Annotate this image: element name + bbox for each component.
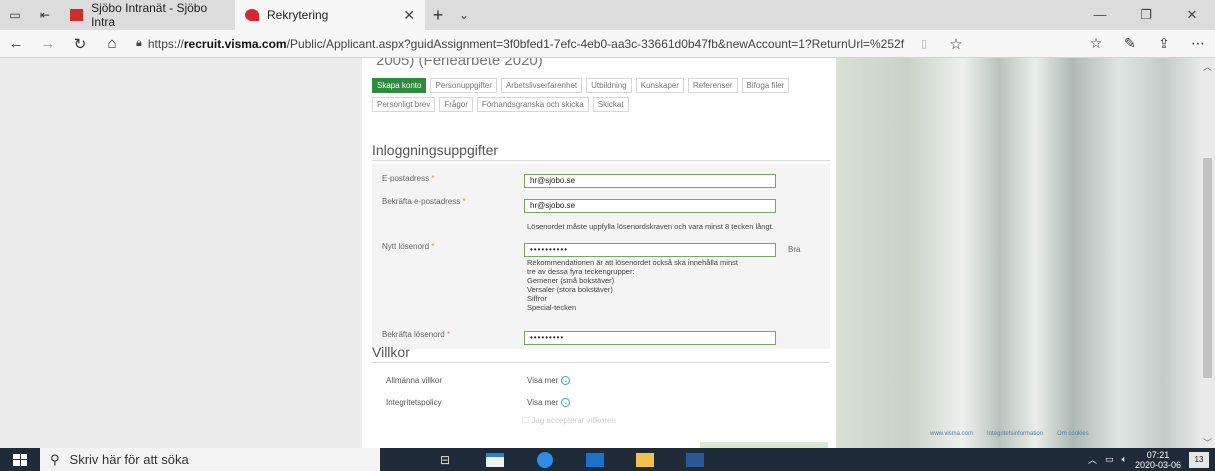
terms-general-label: Allmänna villkor [386, 376, 443, 385]
terms-section-title: Villkor [372, 344, 410, 360]
restore-button[interactable]: ❐ [1123, 7, 1169, 23]
start-button[interactable] [0, 448, 40, 471]
privacy-visa-mer-link[interactable]: Visa mer ⌄ [527, 398, 571, 407]
windows-logo-icon [13, 453, 27, 466]
step-personligt-brev[interactable]: Personligt brev [372, 97, 436, 112]
minimize-button[interactable]: — [1077, 7, 1123, 23]
tray-expand-icon[interactable]: ︿ [1088, 453, 1097, 466]
search-placeholder: Skriv här för att söka [69, 452, 189, 467]
notification-center-icon[interactable]: 13 [1189, 451, 1209, 468]
browser-address-bar: ← → ↻ ⌂ 🔒︎ https://recruit.visma.com/Pub… [0, 30, 1215, 58]
scroll-up-icon[interactable]: ︿ [1203, 60, 1212, 73]
background-photo [835, 58, 1200, 448]
step-navigation: Skapa konto Personuppgifter Arbetslivser… [372, 78, 812, 112]
home-icon[interactable]: ⌂ [96, 35, 128, 52]
tab-sjobo-intranat[interactable]: Sjöbo Intranät - Sjöbo Intra [60, 0, 235, 30]
task-view-icon[interactable]: ⊟ [420, 448, 470, 471]
step-skickat[interactable]: Skickat [592, 97, 629, 112]
footer-link-cookies[interactable]: Om cookies [1057, 431, 1089, 437]
more-menu-icon[interactable]: ⋯ [1181, 35, 1215, 52]
terms-visa-mer-link[interactable]: Visa mer ⌄ [527, 376, 571, 385]
outlook-app-icon[interactable] [570, 448, 620, 471]
tab-label: Sjöbo Intranät - Sjöbo Intra [91, 1, 208, 29]
step-personuppgifter[interactable]: Personuppgifter [430, 78, 497, 93]
sjobo-favicon-icon [70, 9, 84, 21]
battery-icon[interactable]: ▭ [1105, 454, 1114, 465]
footer-links: www.visma.com Integritetsinformation Om … [930, 431, 1089, 437]
step-referenser[interactable]: Referenser [687, 78, 738, 93]
back-arrow-icon[interactable]: ← [0, 35, 32, 52]
email-field[interactable]: hr@sjobo.se [524, 174, 776, 188]
accept-terms-checkbox[interactable]: ☐ Jag accepterar villkoren [522, 416, 616, 425]
divider [372, 362, 830, 363]
system-tray: ︿ ▭ 🔈︎ 07:21 2020-03-06 13 [1088, 450, 1215, 470]
password-confirm-label: Bekräfta lösenord * [382, 330, 451, 339]
step-bifoga-filer[interactable]: Bifoga filer [741, 78, 790, 93]
application-form-panel: 2005) (Feriearbete 2020) Skapa konto Per… [362, 58, 836, 448]
scrollbar-thumb[interactable] [1203, 158, 1212, 378]
login-section-title: Inloggningsuppgifter [372, 142, 499, 158]
step-arbetslivserfarenhet[interactable]: Arbetslivserfarenhet [500, 78, 583, 93]
url-field[interactable]: 🔒︎ https://recruit.visma.com/Public/Appl… [128, 33, 908, 55]
password-strength: Bra [788, 245, 801, 254]
volume-icon[interactable]: 🔈︎ [1122, 454, 1127, 465]
word-app-icon[interactable] [670, 448, 720, 471]
web-page: 2005) (Feriearbete 2020) Skapa konto Per… [0, 58, 1200, 448]
window-controls: — ❐ ✕ [1077, 7, 1215, 23]
email-confirm-label: Bekräfta e-postadress * [382, 197, 466, 206]
favorites-list-icon[interactable]: ☆ [1079, 35, 1113, 52]
tab-rekrytering[interactable]: Rekrytering ✕ [235, 0, 425, 30]
password-requirement-hint: Lösenordet måste uppfylla lösenordskrave… [527, 222, 774, 231]
refresh-icon[interactable]: ↻ [64, 35, 96, 53]
store-app-icon[interactable] [470, 448, 520, 471]
password-recommendation: Rekommendationen är att lösenordet också… [527, 258, 738, 312]
password-label: Nytt lösenord * [382, 242, 435, 251]
login-form: E-postadress * hr@sjobo.se Bekräfta e-po… [372, 164, 830, 349]
privacy-label: Integritetspolicy [386, 398, 442, 407]
close-tab-icon[interactable]: ✕ [403, 7, 415, 24]
taskbar-search[interactable]: ⚲ Skriv här för att söka [40, 448, 380, 471]
step-forhandsgranska[interactable]: Förhandsgranska och skicka [476, 97, 589, 112]
search-icon: ⚲ [50, 451, 60, 467]
reading-view-icon[interactable]: ▯ [908, 37, 940, 50]
visma-favicon-icon [245, 9, 259, 21]
share-icon[interactable]: ⇪ [1147, 35, 1181, 52]
browser-toolbar-right: ☆ ✎ ⇪ ⋯ [1079, 35, 1215, 52]
url-domain: recruit.visma.com [183, 36, 287, 51]
edge-app-icon[interactable] [520, 448, 570, 471]
footer-link-integritet[interactable]: Integritetsinformation [987, 431, 1043, 437]
step-skapa-konto[interactable]: Skapa konto [372, 78, 427, 93]
step-utbildning[interactable]: Utbildning [586, 78, 632, 93]
assignment-title: 2005) (Feriearbete 2020) [376, 58, 543, 69]
pen-icon[interactable]: ✎ [1113, 35, 1147, 52]
password-field[interactable]: •••••••••• [524, 243, 776, 257]
close-window-button[interactable]: ✕ [1169, 7, 1215, 23]
clock[interactable]: 07:21 2020-03-06 [1135, 450, 1181, 470]
file-explorer-icon[interactable] [620, 448, 670, 471]
url-path: /Public/Applicant.aspx?guidAssignment=3f… [286, 36, 905, 51]
email-label: E-postadress * [382, 174, 435, 183]
windows-taskbar: ⚲ Skriv här för att söka ⊟ ︿ ▭ 🔈︎ 07:21 … [0, 448, 1215, 471]
chevron-down-icon: ⌄ [561, 376, 571, 385]
url-prefix: https:// [147, 36, 184, 51]
page-scrollbar[interactable]: ︿ ﹀ [1200, 58, 1215, 448]
step-fragor[interactable]: Frågor [439, 97, 473, 112]
email-confirm-field[interactable]: hr@sjobo.se [524, 199, 776, 213]
chevron-down-icon: ⌄ [561, 398, 571, 407]
tab-list-chevron-icon[interactable]: ⌄ [451, 8, 477, 22]
tab-actions-icon[interactable]: ▭ [0, 0, 30, 30]
forward-arrow-icon[interactable]: → [32, 35, 64, 52]
footer-link-visma[interactable]: www.visma.com [930, 431, 973, 437]
new-tab-button[interactable]: + [425, 5, 451, 26]
lock-icon: 🔒︎ [136, 37, 142, 49]
divider [372, 160, 830, 161]
step-kunskaper[interactable]: Kunskaper [635, 78, 684, 93]
browser-tab-bar: ▭ ⇤ Sjöbo Intranät - Sjöbo Intra Rekryte… [0, 0, 1215, 30]
back-tabs-icon[interactable]: ⇤ [30, 0, 60, 30]
password-confirm-field[interactable]: ••••••••• [524, 331, 776, 345]
tab-label: Rekrytering [267, 8, 329, 22]
favorite-star-icon[interactable]: ☆ [940, 35, 972, 53]
